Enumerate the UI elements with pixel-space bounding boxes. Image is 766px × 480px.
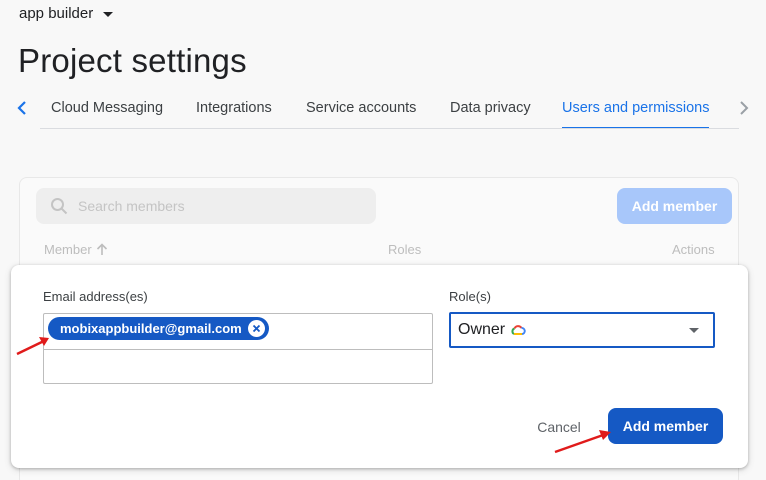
- project-name: app builder: [19, 5, 94, 22]
- role-value: Owner: [458, 321, 506, 338]
- page-title: Project settings: [18, 42, 247, 79]
- annotation-arrow-icon: [16, 337, 49, 356]
- google-cloud-icon: [511, 325, 526, 335]
- add-member-button-disabled[interactable]: Add member: [617, 188, 732, 224]
- settings-tabs: Cloud Messaging Integrations Service acc…: [0, 88, 766, 129]
- search-box[interactable]: [36, 188, 376, 224]
- role-select[interactable]: Owner: [449, 312, 715, 348]
- email-field[interactable]: mobixappbuilder@gmail.com: [43, 313, 433, 384]
- add-member-button[interactable]: Add member: [608, 408, 723, 444]
- tab-cloud-messaging[interactable]: Cloud Messaging: [51, 88, 163, 128]
- email-label: Email address(es): [43, 289, 148, 304]
- tab-data-privacy[interactable]: Data privacy: [450, 88, 531, 128]
- email-chip: mobixappbuilder@gmail.com: [48, 317, 269, 340]
- annotation-arrow-icon: [554, 430, 611, 454]
- column-member-label: Member: [44, 242, 92, 257]
- select-caret-icon: [689, 328, 699, 333]
- search-input[interactable]: [78, 198, 358, 214]
- sort-arrow-up-icon: [96, 243, 107, 255]
- tabs-underline: [40, 128, 739, 129]
- tab-users-and-permissions[interactable]: Users and permissions: [562, 88, 710, 129]
- tab-integrations[interactable]: Integrations: [196, 88, 272, 128]
- search-icon: [51, 198, 68, 215]
- column-header-member[interactable]: Member: [44, 242, 108, 257]
- column-header-actions: Actions: [672, 242, 715, 257]
- email-chip-text: mobixappbuilder@gmail.com: [60, 321, 242, 336]
- chevron-left-icon[interactable]: [14, 100, 30, 116]
- project-switcher[interactable]: app builder: [19, 5, 114, 22]
- add-member-dialog: Email address(es) mobixappbuilder@gmail.…: [11, 265, 748, 468]
- chevron-right-icon[interactable]: [736, 100, 752, 116]
- role-label: Role(s): [449, 289, 491, 304]
- email-divider: [44, 349, 432, 350]
- chip-remove-icon[interactable]: [247, 320, 265, 337]
- caret-down-icon: [103, 12, 114, 17]
- tab-service-accounts[interactable]: Service accounts: [306, 88, 416, 128]
- column-header-roles: Roles: [388, 242, 422, 257]
